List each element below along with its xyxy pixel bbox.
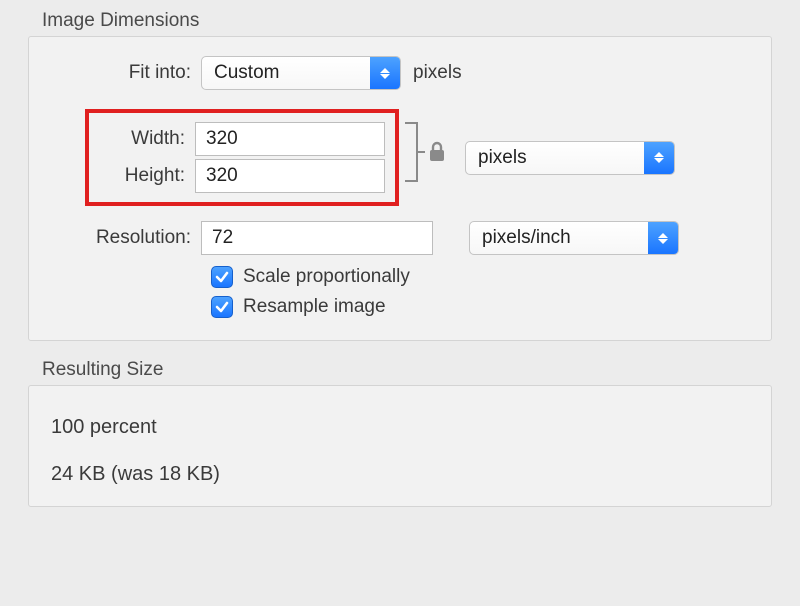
bracket-icon	[403, 109, 425, 195]
scale-proportionally-label: Scale proportionally	[243, 266, 410, 288]
check-icon	[215, 270, 229, 284]
width-row: Width:	[99, 122, 385, 156]
image-dimensions-panel: Fit into: Custom pixels Width: Height:	[28, 36, 772, 341]
fit-into-select-value: Custom	[202, 62, 370, 84]
resample-image-row: Resample image	[211, 296, 751, 318]
lock-icon[interactable]	[427, 140, 447, 164]
updown-icon	[644, 142, 674, 174]
fit-into-label: Fit into:	[49, 62, 201, 84]
check-icon	[215, 300, 229, 314]
updown-icon	[370, 57, 400, 89]
resolution-unit-select[interactable]: pixels/inch	[469, 221, 679, 255]
scale-proportionally-checkbox[interactable]	[211, 266, 233, 288]
resulting-size-title: Resulting Size	[28, 359, 772, 381]
resulting-filesize: 24 KB (was 18 KB)	[51, 463, 749, 486]
width-input[interactable]	[195, 122, 385, 156]
aspect-lock-bracket	[403, 109, 447, 195]
wh-unit-select-value: pixels	[466, 147, 644, 169]
height-input[interactable]	[195, 159, 385, 193]
resolution-label: Resolution:	[49, 227, 201, 249]
resulting-size-panel: 100 percent 24 KB (was 18 KB)	[28, 385, 772, 507]
resulting-percent: 100 percent	[51, 416, 749, 439]
updown-icon	[648, 222, 678, 254]
image-dimensions-title: Image Dimensions	[28, 10, 772, 32]
scale-proportionally-row: Scale proportionally	[211, 266, 751, 288]
wh-unit-select[interactable]: pixels	[465, 141, 675, 175]
fit-into-unit: pixels	[401, 62, 462, 84]
width-label: Width:	[99, 128, 195, 150]
width-height-group: Width: Height: pixels	[49, 109, 751, 206]
fit-into-select[interactable]: Custom	[201, 56, 401, 90]
resolution-row: Resolution: pixels/inch	[49, 220, 751, 256]
height-label: Height:	[99, 165, 195, 187]
height-row: Height:	[99, 159, 385, 193]
fit-into-row: Fit into: Custom pixels	[49, 55, 751, 91]
resample-image-label: Resample image	[243, 296, 386, 318]
resolution-input[interactable]	[201, 221, 433, 255]
resample-image-checkbox[interactable]	[211, 296, 233, 318]
resolution-unit-select-value: pixels/inch	[470, 227, 648, 249]
width-height-highlight: Width: Height:	[85, 109, 399, 206]
